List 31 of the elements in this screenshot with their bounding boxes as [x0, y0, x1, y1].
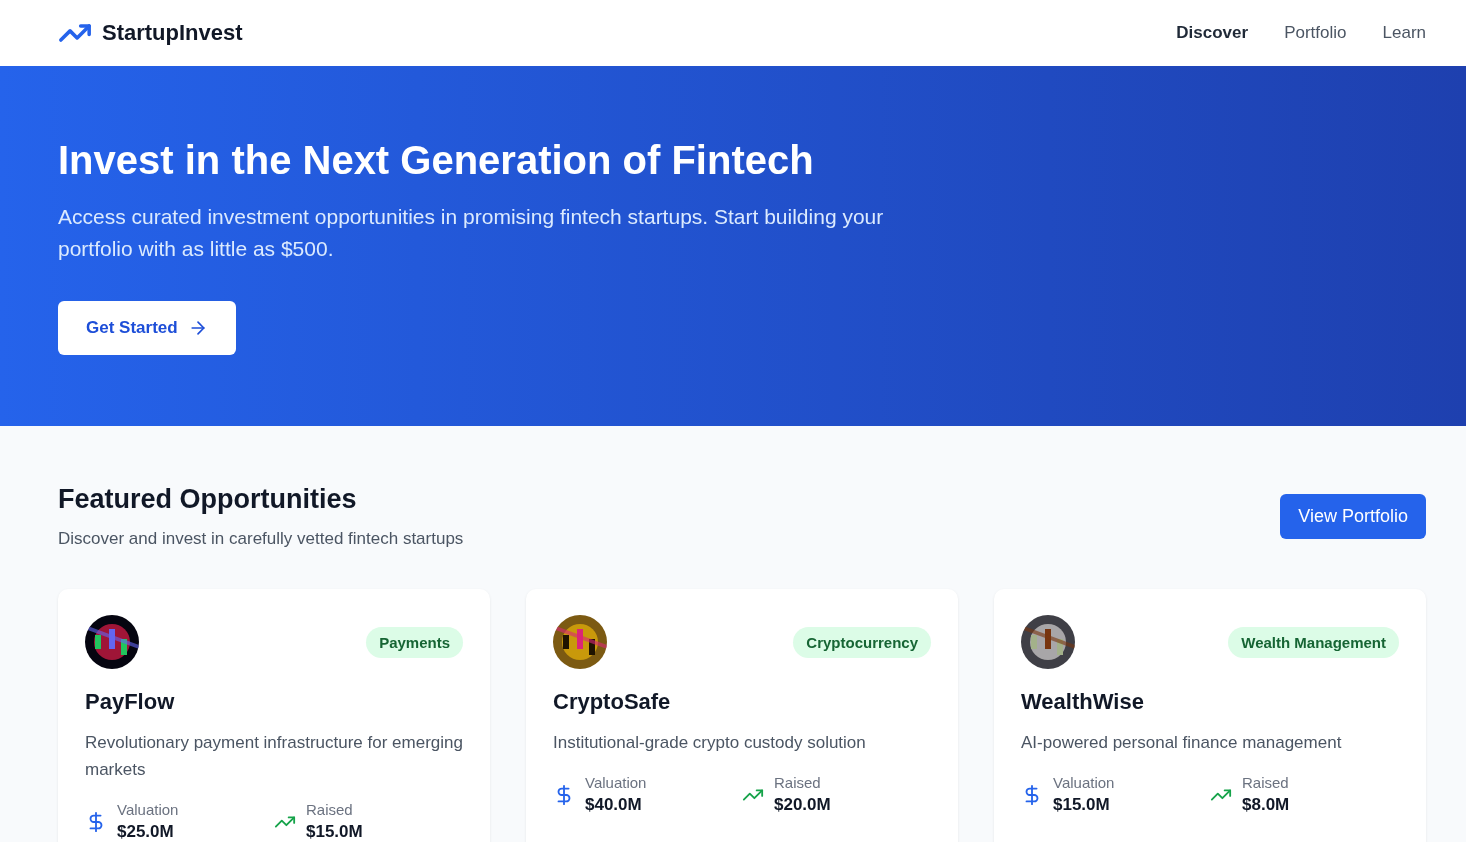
startup-name: WealthWise	[1021, 689, 1145, 715]
startup-description: AI-powered personal finance management	[1021, 732, 1343, 754]
metric-label: Raised	[1242, 774, 1290, 791]
brand-name: StartupInvest	[102, 20, 243, 46]
metric-value: $8.0M	[1242, 795, 1290, 815]
metric-label: Raised	[774, 774, 822, 791]
metric-label: Valuation	[117, 801, 179, 818]
startup-name: PayFlow	[85, 689, 176, 715]
view-portfolio-button[interactable]: View Portfolio	[1280, 494, 1426, 539]
section-subtitle: Discover and invest in carefully vetted fintech startups	[58, 529, 464, 549]
metric-value: $40.0M	[585, 795, 643, 815]
hero-subtitle: Access curated investment opportunities in promising fintech startups. Start building your portfolio with as little as $500.	[58, 204, 885, 262]
metric-label: Raised	[306, 801, 354, 818]
metric-label: Valuation	[585, 774, 647, 791]
startup-name: CryptoSafe	[553, 689, 672, 715]
category-tag: Wealth Management	[1228, 626, 1399, 658]
nav-link[interactable]: Discover	[1176, 23, 1249, 43]
startup-description: Institutional-grade crypto custody solution	[553, 732, 867, 754]
nav-link[interactable]: Learn	[1382, 23, 1426, 43]
metric-label: Valuation	[1053, 774, 1115, 791]
nav-link[interactable]: Portfolio	[1284, 23, 1347, 43]
metric-value: $15.0M	[306, 822, 363, 842]
metric-value: $25.0M	[117, 822, 175, 842]
category-tag: Cryptocurrency	[793, 626, 931, 658]
section-title: Featured Opportunities	[58, 484, 358, 515]
hero-title: Invest in the Next Generation of Fintech	[58, 138, 815, 183]
startup-description: Revolutionary payment infrastructure for emerging markets	[85, 732, 463, 781]
metric-value: $15.0M	[1053, 795, 1111, 815]
category-tag: Payments	[366, 626, 463, 658]
get-started-button[interactable]: Get Started	[58, 301, 236, 355]
metric-value: $20.0M	[774, 795, 831, 815]
